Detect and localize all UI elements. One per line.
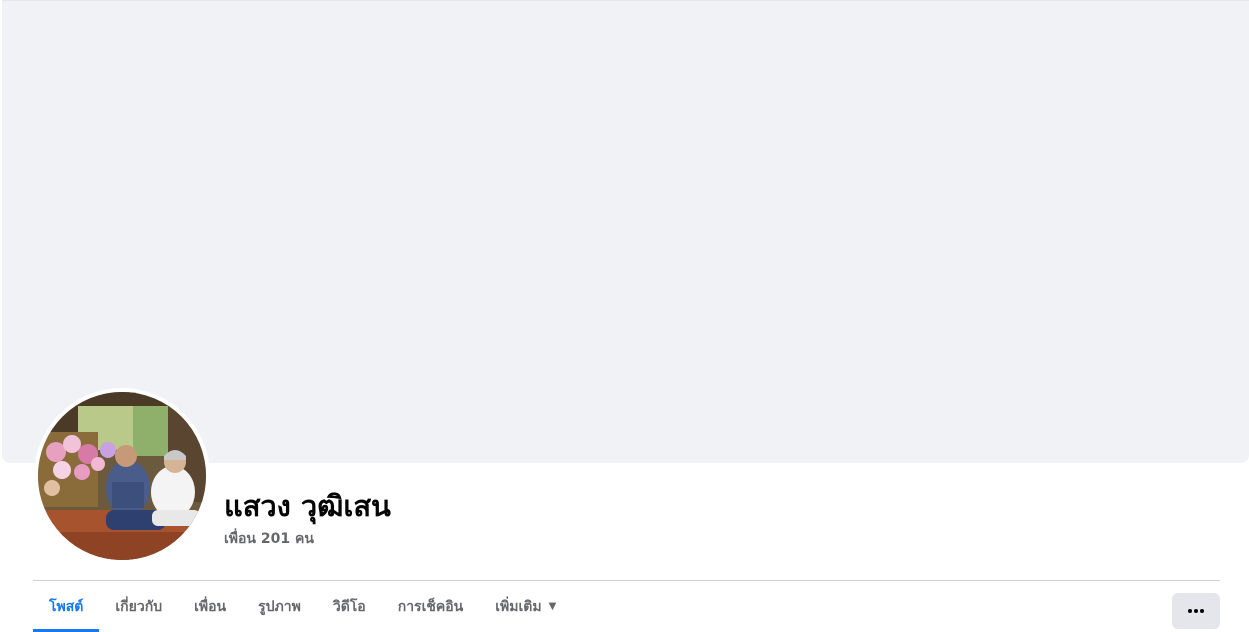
caret-down-icon: ▼ — [548, 601, 557, 612]
tab-videos[interactable]: วิดีโอ — [317, 581, 382, 632]
tab-about[interactable]: เกี่ยวกับ — [99, 581, 178, 632]
tab-more[interactable]: เพิ่มเติม ▼ — [479, 581, 572, 632]
tab-checkins[interactable]: การเช็คอิน — [382, 581, 480, 632]
tab-label: เพิ่มเติม — [495, 598, 542, 615]
profile-avatar[interactable] — [38, 392, 206, 560]
more-horizontal-icon — [1188, 609, 1204, 613]
tab-label: การเช็คอิน — [397, 598, 464, 615]
tab-label: โพสต์ — [49, 598, 84, 615]
cover-photo-area[interactable] — [2, 0, 1249, 463]
tab-label: เพื่อน — [194, 598, 227, 615]
tab-photos[interactable]: รูปภาพ — [242, 581, 317, 632]
friend-count-link[interactable]: เพื่อน 201 คน — [224, 529, 314, 549]
profile-tabs: โพสต์ เกี่ยวกับ เพื่อน รูปภาพ วิดีโอ การ… — [33, 581, 572, 632]
profile-photo-image — [38, 392, 206, 560]
tab-posts[interactable]: โพสต์ — [33, 581, 100, 632]
tab-label: เกี่ยวกับ — [115, 598, 163, 615]
profile-name: แสวง วุฒิเสน — [224, 489, 391, 523]
tab-label: วิดีโอ — [332, 598, 366, 615]
tab-label: รูปภาพ — [258, 598, 301, 615]
profile-more-options-button[interactable] — [1172, 593, 1220, 629]
tab-friends[interactable]: เพื่อน — [178, 581, 242, 632]
